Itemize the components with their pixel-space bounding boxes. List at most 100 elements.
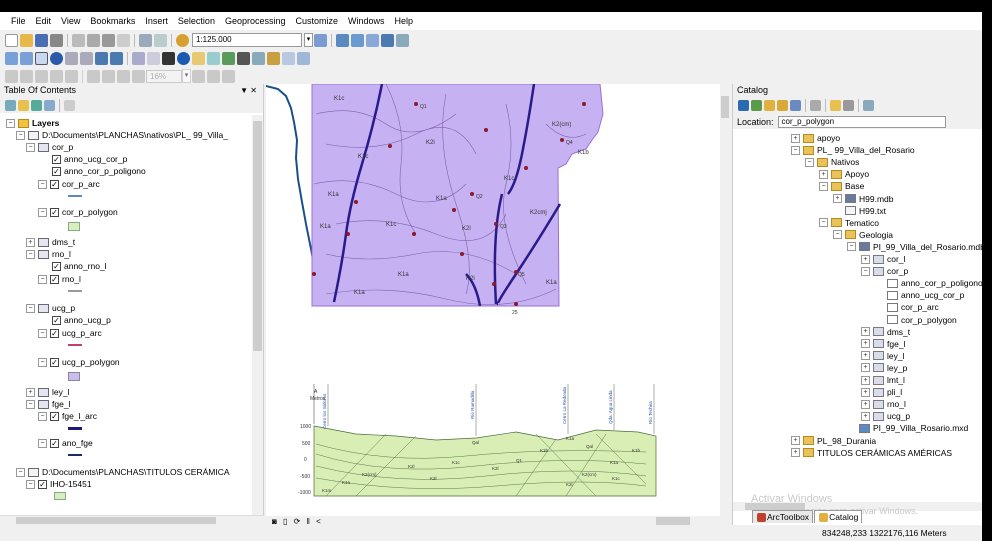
undo-icon[interactable]	[139, 33, 152, 47]
toc-group-rno-l[interactable]: − rno_l	[26, 248, 71, 260]
collapse-icon[interactable]: −	[861, 266, 870, 276]
catalog-item[interactable]: − Base	[819, 180, 864, 192]
collapse-icon[interactable]: −	[38, 207, 47, 217]
visibility-checkbox[interactable]: ✓	[50, 438, 59, 448]
catalog-item[interactable]: + PL_98_Durania	[791, 435, 876, 447]
collapse-icon[interactable]: −	[833, 230, 842, 240]
collapse-icon[interactable]: −	[38, 357, 47, 367]
toc-layer-iho-15451[interactable]: − ✓ IHO-15451	[26, 478, 92, 490]
catalog-item[interactable]: − Tematico	[819, 217, 879, 229]
toc-layer-cor-p-arc[interactable]: − ✓ cor_p_arc	[38, 178, 100, 190]
collapse-icon[interactable]: −	[26, 479, 35, 489]
catalog-item[interactable]: + dms_t	[861, 326, 910, 338]
catalog-item[interactable]: − Geologia	[833, 229, 893, 241]
collapse-icon[interactable]: −	[16, 130, 25, 140]
list-by-source-icon[interactable]	[18, 99, 29, 111]
time-slider-icon[interactable]	[282, 51, 295, 65]
toggle-contents-icon[interactable]	[790, 100, 801, 111]
toc-layer-ucg-p-polygon[interactable]: − ✓ ucg_p_polygon	[38, 356, 120, 368]
html-popup-icon[interactable]	[207, 51, 220, 65]
open-icon[interactable]	[20, 33, 33, 47]
menu-view[interactable]: View	[56, 12, 85, 30]
arctoolbox-icon[interactable]	[381, 33, 394, 47]
change-layout-icon[interactable]	[222, 69, 235, 83]
save-icon[interactable]	[35, 33, 48, 47]
fixed-zoom-in-layout-icon[interactable]	[87, 69, 100, 83]
pan-icon[interactable]	[35, 51, 48, 65]
catalog-icon[interactable]	[351, 33, 364, 47]
collapse-icon[interactable]: −	[819, 181, 828, 191]
collapse-icon[interactable]: −	[38, 438, 47, 448]
up-one-level-icon[interactable]	[764, 100, 775, 111]
toc-layer-rno-l[interactable]: − ✓ rno_l	[38, 273, 81, 285]
catalog-item[interactable]: + ley_l	[861, 350, 904, 362]
find-route-icon[interactable]	[252, 51, 265, 65]
catalog-item[interactable]: + Apoyo	[819, 168, 869, 180]
identify-icon[interactable]	[177, 51, 190, 65]
toc-options-icon[interactable]	[64, 99, 75, 111]
print-icon[interactable]	[50, 33, 63, 47]
back-extent-icon[interactable]	[95, 51, 108, 65]
layout-zoom-field[interactable]: 16%	[146, 69, 182, 83]
table-of-contents-icon[interactable]	[336, 33, 349, 47]
visibility-checkbox[interactable]: ✓	[38, 479, 47, 489]
python-icon[interactable]	[396, 33, 409, 47]
views-icon[interactable]	[810, 100, 821, 111]
expand-icon[interactable]: +	[861, 399, 870, 409]
toc-group-dms-t[interactable]: + dms_t	[26, 236, 75, 248]
expand-icon[interactable]: +	[26, 237, 35, 247]
catalog-item[interactable]: H99.txt	[833, 205, 886, 217]
list-by-selection-icon[interactable]	[44, 99, 55, 111]
connect-folder-icon[interactable]	[830, 100, 841, 111]
search-window-icon[interactable]	[366, 33, 379, 47]
zoom-100-icon[interactable]	[65, 69, 78, 83]
hyperlink-icon[interactable]	[192, 51, 205, 65]
catalog-item[interactable]: + rno_l	[861, 398, 906, 410]
catalog-item[interactable]: + ley_p	[861, 362, 907, 374]
map-canvas[interactable]: K1c K1a K1a K1c K2(cm) K1c K2cmj K2l K1a…	[265, 83, 730, 516]
scroll-thumb[interactable]	[721, 96, 729, 118]
zoom-out-icon[interactable]	[20, 51, 33, 65]
catalog-item[interactable]: + TITULOS CERÁMICAS AMÉRICAS	[791, 447, 952, 459]
zoom-in-icon[interactable]	[5, 51, 18, 65]
scale-dropdown-icon[interactable]: ▾	[304, 33, 313, 47]
toc-group-cor-p[interactable]: − cor_p	[26, 141, 73, 153]
expand-icon[interactable]: +	[791, 436, 800, 445]
catalog-item[interactable]: + H99.mdb	[833, 193, 894, 205]
zoom-whole-page-icon[interactable]	[50, 69, 63, 83]
collapse-icon[interactable]: −	[26, 303, 35, 313]
focus-data-frame-icon[interactable]	[207, 69, 220, 83]
editor-icon[interactable]	[314, 33, 327, 47]
expand-icon[interactable]: +	[861, 411, 870, 421]
viewer-icon[interactable]	[297, 51, 310, 65]
collapse-icon[interactable]: −	[847, 242, 856, 252]
expand-icon[interactable]: +	[861, 387, 870, 397]
scroll-thumb[interactable]	[16, 517, 216, 524]
delete-icon[interactable]	[117, 33, 130, 47]
catalog-item[interactable]: cor_p_arc	[875, 301, 939, 313]
zoom-dropdown-icon[interactable]: ▾	[182, 69, 191, 83]
expand-icon[interactable]: +	[861, 351, 870, 361]
fixed-zoom-in-icon[interactable]	[65, 51, 78, 65]
catalog-item[interactable]: + ucg_p	[861, 410, 910, 422]
forward-extent-icon[interactable]	[110, 51, 123, 65]
list-by-visibility-icon[interactable]	[31, 99, 42, 111]
add-data-icon[interactable]	[176, 33, 189, 47]
toc-pin-close-icon[interactable]: ▼ ✕	[240, 84, 257, 97]
toc-layers-node[interactable]: − Layers	[6, 117, 59, 129]
go-to-xy-icon[interactable]	[267, 51, 280, 65]
copy-icon[interactable]	[87, 33, 100, 47]
back-icon[interactable]	[738, 100, 749, 111]
toc-group-ley-l[interactable]: + ley_l	[26, 386, 69, 398]
catalog-item[interactable]: + fge_l	[861, 338, 905, 350]
catalog-item[interactable]: anno_cor_p_poligono	[875, 277, 982, 289]
expand-icon[interactable]: +	[819, 169, 828, 179]
location-field[interactable]: cor_p_polygon	[777, 115, 946, 128]
map-layout-view[interactable]: K1c K1a K1a K1c K2(cm) K1c K2cmj K2l K1a…	[265, 83, 730, 516]
expand-icon[interactable]: +	[861, 327, 870, 337]
menu-edit[interactable]: Edit	[31, 12, 57, 30]
forward-icon[interactable]	[751, 100, 762, 111]
measure-icon[interactable]	[222, 51, 235, 65]
catalog-options-icon[interactable]	[863, 100, 874, 111]
toc-layer-anno-cor-p-poligono[interactable]: ✓ anno_cor_p_poligono	[52, 165, 146, 177]
